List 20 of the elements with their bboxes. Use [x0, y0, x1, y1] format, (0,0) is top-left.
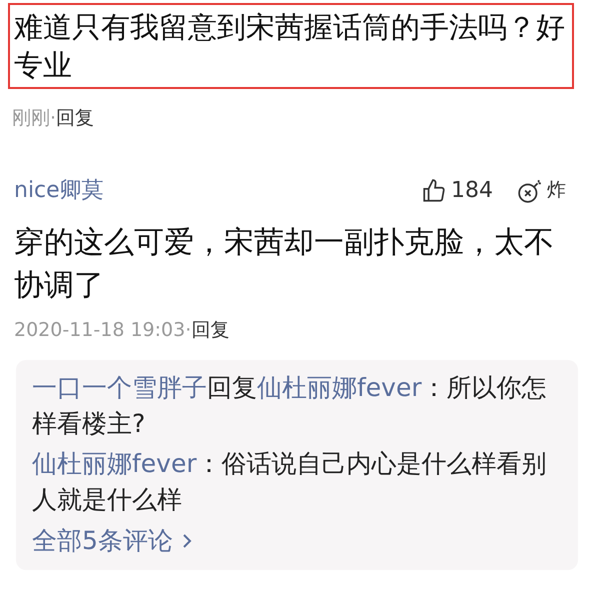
- like-button[interactable]: 184: [421, 174, 493, 207]
- bomb-button[interactable]: 炸: [517, 176, 566, 205]
- bomb-icon: [517, 178, 543, 204]
- comment-time: 刚刚: [12, 109, 50, 128]
- thumbs-up-icon: [421, 178, 447, 204]
- reply-text: 仙杜丽娜fever：俗话说自己内心是什么样看别人就是什么样: [32, 448, 547, 516]
- dot-separator: ·: [50, 109, 56, 128]
- username-link[interactable]: nice卿莫: [14, 174, 104, 207]
- reply-link[interactable]: 回复: [56, 109, 94, 128]
- comment-time: 2020-11-18 19:03: [14, 321, 186, 340]
- comment-text: 穿的这么可爱，宋茜却一副扑克脸，太不协调了: [14, 224, 555, 305]
- user-link[interactable]: 仙杜丽娜fever: [32, 449, 197, 478]
- dot-separator: ·: [185, 321, 192, 340]
- reply-link[interactable]: 回复: [191, 321, 230, 340]
- user-link[interactable]: 一口一个雪胖子: [32, 373, 207, 402]
- comment-text: 难道只有我留意到宋茜握话筒的手法吗？好专业: [8, 3, 574, 89]
- more-replies-link[interactable]: 全部5条评论: [32, 522, 193, 560]
- chevron-right-icon: [180, 532, 193, 550]
- reply-text: 一口一个雪胖子回复仙杜丽娜fever：所以你怎样看楼主?: [32, 372, 547, 440]
- user-link[interactable]: 仙杜丽娜fever: [257, 373, 422, 402]
